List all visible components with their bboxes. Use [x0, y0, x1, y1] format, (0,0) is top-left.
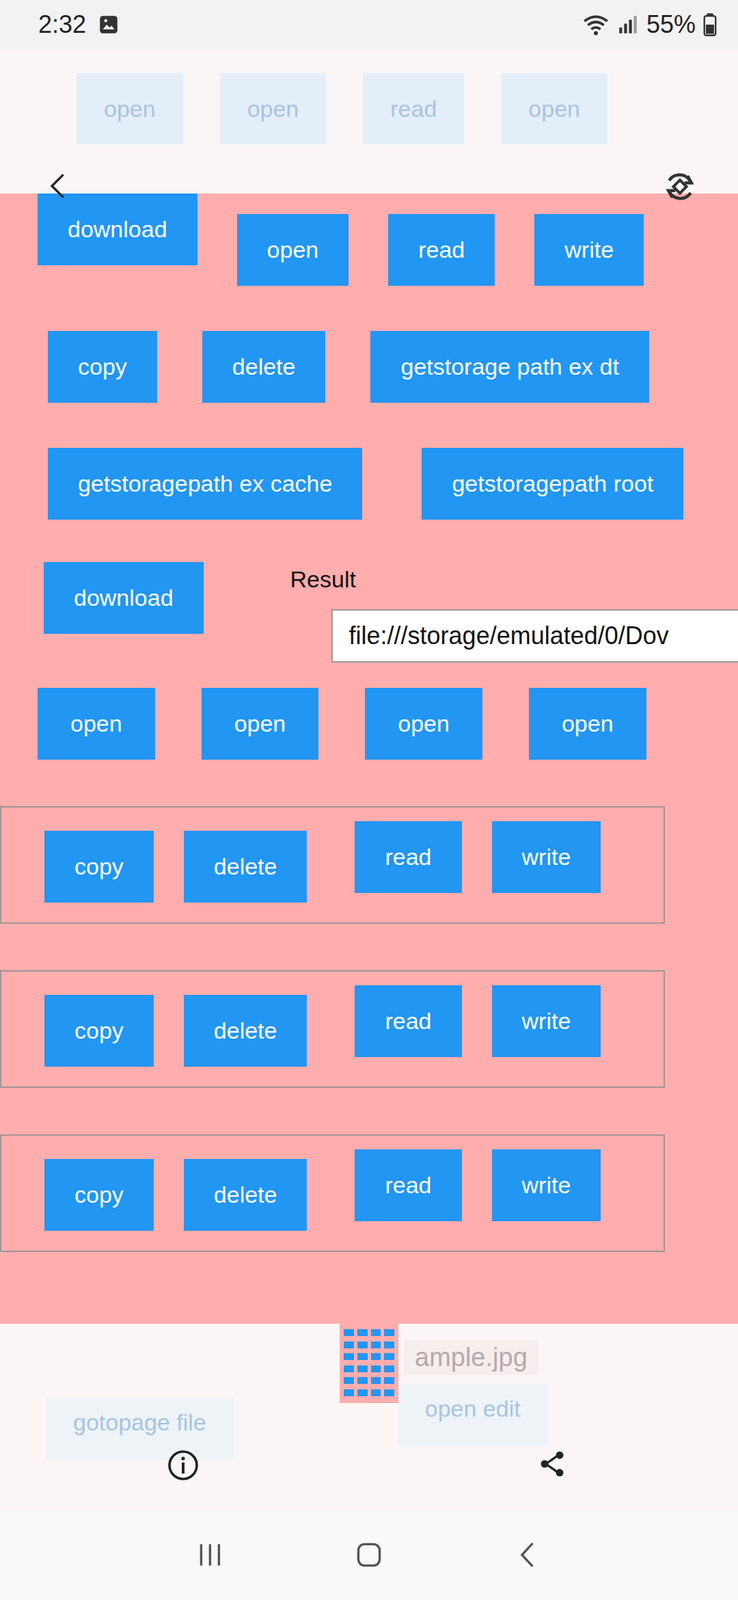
result-area: Result file:///storage/emulated/0/Dov [290, 561, 738, 663]
image-content: download open read write copy delete getstorag… [0, 193, 738, 1323]
app-button[interactable]: delete [202, 330, 326, 403]
group-button[interactable]: delete [183, 994, 308, 1066]
wifi-icon [582, 10, 610, 39]
group-button[interactable]: read [354, 1148, 462, 1221]
faded-button: open [500, 73, 608, 145]
result-row: download Result file:///storage/emulated… [0, 561, 738, 663]
open-button[interactable]: open [37, 687, 156, 760]
gallery-icon [97, 12, 121, 37]
viewer-bottom-bar: ample.jpg gotopage fileopen edit [0, 1322, 738, 1509]
app-button[interactable]: open [237, 213, 350, 286]
app-button[interactable]: getstoragepath root [421, 447, 684, 520]
download-button[interactable]: download [43, 561, 204, 634]
open-button[interactable]: open [201, 687, 320, 760]
group-button[interactable]: read [354, 984, 462, 1057]
faded-button: open edit [397, 1383, 549, 1446]
faded-button: read [362, 73, 464, 145]
group-button[interactable]: read [354, 820, 462, 893]
file-name: ample.jpg [403, 1339, 539, 1375]
faded-button: open [76, 73, 184, 145]
button-row: getstoragepath ex cache getstoragepath ro… [0, 447, 738, 520]
file-group: copy delete read write [0, 1133, 665, 1252]
info-icon[interactable] [166, 1447, 200, 1481]
back-arrow-icon[interactable] [45, 166, 73, 205]
app-button[interactable]: getstoragepath ex cache [47, 447, 363, 520]
battery-icon [702, 12, 718, 37]
group-button[interactable]: write [492, 820, 602, 893]
result-field[interactable]: file:///storage/emulated/0/Dov [331, 608, 738, 663]
back-icon[interactable] [510, 1536, 546, 1572]
group-button[interactable]: write [492, 984, 602, 1057]
button-row: copy delete getstorage path ex dt [0, 330, 738, 403]
battery-level: 55% [646, 10, 696, 39]
button-row: download open read write [0, 193, 738, 286]
file-strip: ample.jpg [0, 1322, 738, 1394]
home-icon[interactable] [351, 1536, 387, 1572]
app-button[interactable]: copy [47, 330, 158, 403]
group-button[interactable]: copy [44, 1158, 154, 1230]
group-button[interactable]: delete [183, 1158, 308, 1230]
app-button[interactable]: read [388, 213, 495, 286]
status-bar: 2:32 55% [0, 0, 738, 50]
file-group: copy delete read write [0, 969, 665, 1088]
group-button[interactable]: delete [183, 830, 308, 902]
rotate-icon[interactable] [661, 168, 699, 205]
open-row: open open open open [0, 687, 738, 760]
navigation-bar [0, 1508, 738, 1599]
faded-button-row: gotopage fileopen edit [0, 1396, 738, 1460]
result-label: Result [290, 561, 738, 593]
screen: 2:32 55% openopenreadopen downloadopenre… [0, 0, 738, 1599]
group-button[interactable]: copy [44, 994, 154, 1066]
recent-apps-icon[interactable] [192, 1536, 228, 1572]
app-button[interactable]: write [534, 213, 644, 286]
signal-icon [616, 12, 640, 37]
thumbnail[interactable] [339, 1322, 399, 1403]
group-button[interactable]: write [492, 1148, 602, 1221]
viewer-toolbar: open open read open [0, 49, 738, 194]
file-group: copy delete read write [0, 805, 665, 924]
group-button[interactable]: copy [44, 830, 154, 902]
clock: 2:32 [38, 10, 87, 39]
open-button[interactable]: open [364, 687, 483, 760]
share-icon[interactable] [537, 1447, 568, 1479]
faded-button-row: open open read open [76, 73, 738, 145]
app-button[interactable]: getstorage path ex dt [370, 330, 649, 403]
faded-button: gotopage file [45, 1396, 234, 1460]
open-button[interactable]: open [528, 687, 647, 760]
app-button[interactable]: download [37, 193, 198, 266]
faded-button: open [220, 73, 327, 145]
